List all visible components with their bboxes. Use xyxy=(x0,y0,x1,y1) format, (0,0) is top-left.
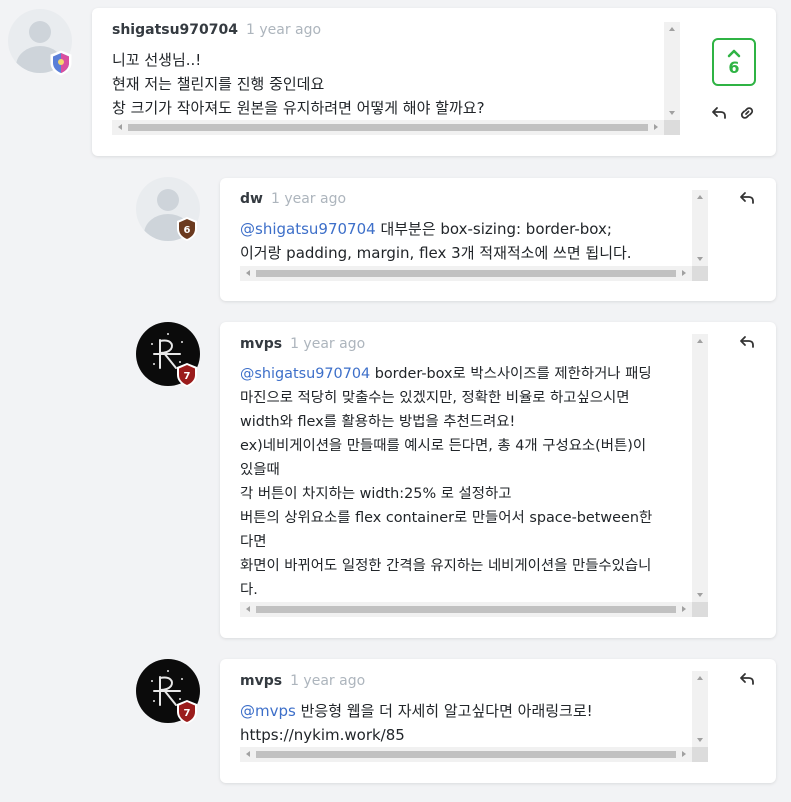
reply-button[interactable] xyxy=(710,104,728,122)
user-badge-icon: 6 xyxy=(177,217,197,241)
horizontal-scrollbar[interactable] xyxy=(240,602,692,617)
link-icon xyxy=(740,107,754,119)
comment-card: mvps 1 year ago @shigatsu970704 border-bo… xyxy=(220,322,776,638)
reply-button[interactable] xyxy=(738,670,756,688)
comment-author[interactable]: mvps xyxy=(240,673,282,689)
comment-body: @shigatsu970704 border-box로 박스사이즈를 제한하거나… xyxy=(240,362,690,602)
horizontal-scrollbar[interactable] xyxy=(112,120,664,135)
horizontal-scrollbar[interactable] xyxy=(240,747,692,762)
vote-count: 6 xyxy=(728,58,740,77)
comment-card: dw 1 year ago @shigatsu970704 대부분은 box-si… xyxy=(220,178,776,301)
comment-timestamp: 1 year ago xyxy=(290,336,366,352)
comment-author[interactable]: shigatsu970704 xyxy=(112,22,238,38)
svg-text:6: 6 xyxy=(184,225,191,236)
comment-card: shigatsu970704 1 year ago 니꼬 선생님..! 현재 저는… xyxy=(92,8,776,156)
horizontal-scrollbar[interactable] xyxy=(240,266,692,281)
comment-timestamp: 1 year ago xyxy=(246,22,322,38)
comment-body: @shigatsu970704 대부분은 box-sizing: border-… xyxy=(240,217,690,265)
vertical-scrollbar[interactable] xyxy=(692,334,708,602)
comment-author[interactable]: dw xyxy=(240,191,263,207)
comment-body: @mvps 반응형 웹을 더 자세히 알고싶다면 아래링크로! https://… xyxy=(240,699,690,747)
comment-timestamp: 1 year ago xyxy=(290,673,366,689)
copy-link-button[interactable] xyxy=(738,104,756,122)
reply-icon xyxy=(712,107,726,119)
user-badge-icon: 7 xyxy=(177,700,197,724)
upvote-button[interactable]: 6 xyxy=(712,38,756,86)
vertical-scrollbar[interactable] xyxy=(664,22,680,120)
comment-author[interactable]: mvps xyxy=(240,336,282,352)
reply-button[interactable] xyxy=(738,333,756,351)
comment-mention[interactable]: @shigatsu970704 xyxy=(240,366,370,382)
reply-icon xyxy=(740,336,754,348)
vertical-scrollbar[interactable] xyxy=(692,190,708,266)
comment-body: 니꼬 선생님..! 현재 저는 챌린지를 진행 중인데요 창 크기가 작아져도 … xyxy=(112,51,485,117)
svg-text:7: 7 xyxy=(184,371,191,382)
chevron-up-icon xyxy=(727,49,741,58)
comment-mention[interactable]: @shigatsu970704 xyxy=(240,220,376,238)
vertical-scrollbar[interactable] xyxy=(692,671,708,747)
user-badge-icon xyxy=(50,50,72,76)
comment-card: mvps 1 year ago @mvps 반응형 웹을 더 자세히 알고싶다면 … xyxy=(220,659,776,783)
user-badge-icon: 7 xyxy=(177,363,197,387)
comment-timestamp: 1 year ago xyxy=(270,191,347,207)
comment-mention[interactable]: @mvps xyxy=(240,702,296,720)
reply-icon xyxy=(740,673,754,685)
svg-text:7: 7 xyxy=(184,708,191,719)
comment-text: border-box로 박스사이즈를 제한하거나 패딩 마진으로 적당히 맞출수… xyxy=(240,366,653,598)
reply-icon xyxy=(740,192,754,204)
reply-button[interactable] xyxy=(738,189,756,207)
